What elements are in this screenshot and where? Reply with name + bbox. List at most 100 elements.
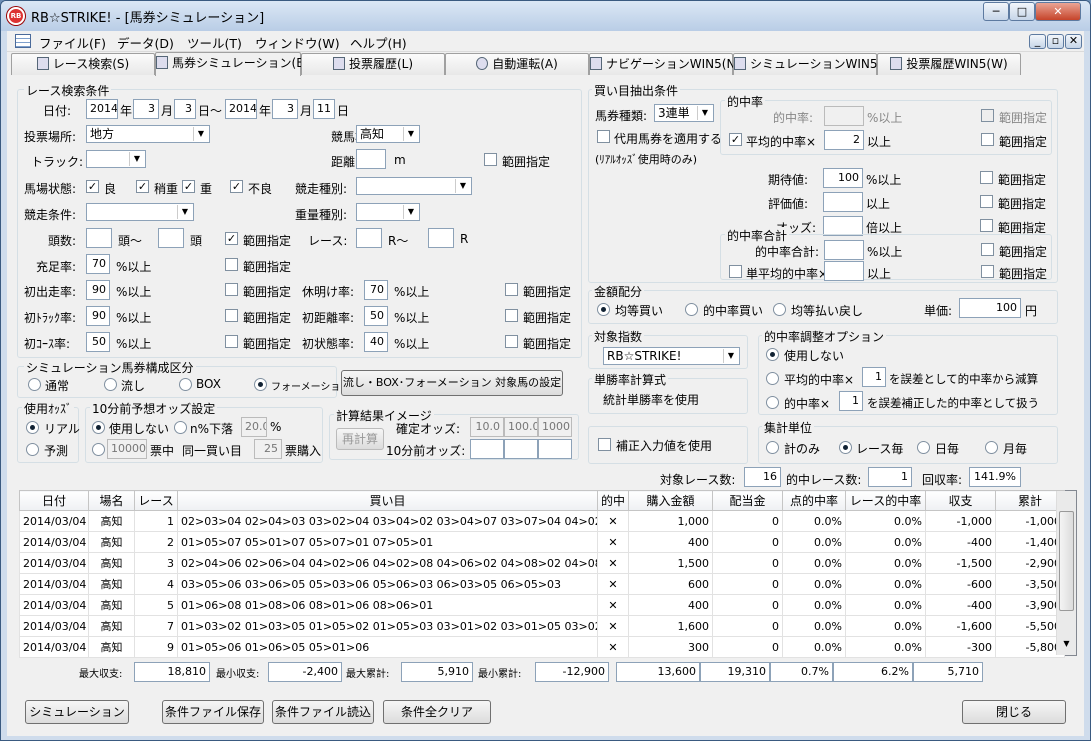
odds-input[interactable] (823, 216, 863, 236)
weight-type-select[interactable]: ▼ (356, 203, 420, 221)
race-to-input[interactable] (428, 228, 454, 248)
odds-real-radio[interactable] (26, 421, 39, 434)
first-start-input[interactable]: 90 (86, 280, 110, 300)
first-course-input[interactable]: 50 (86, 332, 110, 352)
close-button[interactable]: 閉じる (962, 700, 1066, 724)
expected-value-input[interactable]: 100 (823, 168, 863, 188)
racecourse-select[interactable]: 高知 ▼ (356, 125, 420, 143)
odds-forecast-radio[interactable] (26, 443, 39, 456)
adjust-correct-input[interactable]: 1 (839, 391, 863, 411)
adjust-subtract-input[interactable]: 1 (862, 367, 886, 387)
start-year-input[interactable]: 2014 (86, 99, 118, 119)
bet-type-select[interactable]: 3連単 ▼ (654, 104, 714, 122)
simulation-button[interactable]: シミュレーション (25, 700, 129, 724)
distance-input[interactable] (356, 149, 386, 169)
avg-hit-range-checkbox[interactable] (981, 133, 994, 146)
avg-hit-rate-input[interactable]: 2 (824, 130, 864, 150)
table-row[interactable]: 2014/03/04 高知 9 01>05>06 01>06>05 05>01>06 ✕… (19, 636, 1065, 658)
column-header[interactable]: レース的中率 (845, 490, 926, 511)
table-row[interactable]: 2014/03/04 高知 5 01>06>08 01>08>06 08>01>06 … (19, 594, 1065, 616)
scrollbar-thumb[interactable] (1059, 511, 1074, 611)
tab-bet-simulation[interactable]: 馬券シミュレーション(B) (155, 52, 309, 76)
race-condition-select[interactable]: ▼ (86, 203, 194, 221)
fill-rate-range-checkbox[interactable] (225, 258, 238, 271)
single-avg-input[interactable] (824, 261, 864, 281)
column-header[interactable]: 収支 (925, 490, 996, 511)
forecast-percent-input[interactable]: 20.0 (241, 417, 267, 437)
unit-price-input[interactable]: 100 (959, 298, 1021, 318)
hit-rate-range-checkbox[interactable] (981, 109, 994, 122)
venue-select[interactable]: 地方 ▼ (86, 125, 210, 143)
end-month-input[interactable]: 3 (272, 99, 298, 119)
adjust-correct-radio[interactable] (766, 396, 779, 409)
close-window-button[interactable]: ✕ (1035, 2, 1081, 21)
menu-file[interactable]: ファイル(F) (39, 33, 106, 52)
layoff-range-checkbox[interactable] (505, 283, 518, 296)
end-year-input[interactable]: 2014 (225, 99, 257, 119)
first-going-input[interactable]: 40 (364, 332, 388, 352)
end-day-input[interactable]: 11 (313, 99, 335, 119)
target-index-select[interactable]: RB☆STRIKE! ▼ (603, 347, 740, 365)
menu-help[interactable]: ヘルプ(H) (350, 33, 407, 52)
race-type-select[interactable]: ▼ (356, 177, 472, 195)
table-row[interactable]: 2014/03/04 高知 2 01>05>07 05>01>07 05>07>01 … (19, 531, 1065, 553)
mdi-minimize-button[interactable]: _ (1029, 34, 1046, 49)
forecast-total-votes-input[interactable]: 10000 (107, 439, 147, 459)
forecast-none-radio[interactable] (92, 421, 105, 434)
clear-conditions-button[interactable]: 条件全クリア (383, 700, 491, 724)
correction-checkbox[interactable] (598, 438, 611, 451)
save-conditions-button[interactable]: 条件ファイル保存 (162, 700, 264, 724)
rating-input[interactable] (823, 192, 863, 212)
hit-total-range-checkbox[interactable] (981, 243, 994, 256)
tab-vote-history-win5[interactable]: 投票履歴WIN5(W) (877, 53, 1021, 75)
minimize-button[interactable]: ─ (983, 2, 1009, 21)
single-avg-checkbox[interactable] (729, 265, 742, 278)
maximize-button[interactable]: □ (1009, 2, 1035, 21)
forecast-votes-radio[interactable] (92, 443, 105, 456)
column-header[interactable]: 購入金額 (628, 490, 713, 511)
going-yielding-checkbox[interactable]: ✓ (136, 180, 149, 193)
tab-vote-history[interactable]: 投票履歴(L) (301, 53, 445, 75)
avg-hit-rate-checkbox[interactable]: ✓ (729, 133, 742, 146)
column-header[interactable]: 日付 (19, 490, 89, 511)
first-going-range-checkbox[interactable] (505, 335, 518, 348)
alloc-equal-radio[interactable] (597, 303, 610, 316)
table-scrollbar[interactable]: ▼ (1056, 491, 1076, 655)
going-good-checkbox[interactable]: ✓ (86, 180, 99, 193)
layoff-input[interactable]: 70 (364, 280, 388, 300)
first-distance-range-checkbox[interactable] (505, 309, 518, 322)
going-soft-checkbox[interactable]: ✓ (182, 180, 195, 193)
first-start-range-checkbox[interactable] (225, 283, 238, 296)
hit-rate-input[interactable] (824, 106, 864, 126)
going-heavy-checkbox[interactable]: ✓ (230, 180, 243, 193)
runners-min-input[interactable] (86, 228, 112, 248)
rating-range-checkbox[interactable] (980, 195, 993, 208)
expected-range-checkbox[interactable] (980, 171, 993, 184)
mdi-close-button[interactable]: ✕ (1065, 34, 1082, 49)
column-header[interactable]: 買い目 (177, 490, 598, 511)
first-track-range-checkbox[interactable] (225, 309, 238, 322)
start-day-input[interactable]: 3 (174, 99, 196, 119)
recalculate-button[interactable]: 再計算 (336, 428, 384, 450)
column-header[interactable]: レース (134, 490, 178, 511)
column-header[interactable]: 累計 (995, 490, 1065, 511)
adjust-none-radio[interactable] (766, 348, 779, 361)
forecast-percent-radio[interactable] (174, 421, 187, 434)
scroll-down-icon[interactable]: ▼ (1057, 639, 1076, 654)
structure-box-radio[interactable] (179, 378, 192, 391)
first-distance-input[interactable]: 50 (364, 306, 388, 326)
table-row[interactable]: 2014/03/04 高知 7 01>03>02 01>03>05 01>05>02 … (19, 615, 1065, 637)
tab-auto-run[interactable]: 自動運転(A) (445, 53, 589, 75)
first-course-range-checkbox[interactable] (225, 335, 238, 348)
hit-total-input[interactable] (824, 240, 864, 260)
race-from-input[interactable] (356, 228, 382, 248)
structure-nagashi-radio[interactable] (104, 378, 117, 391)
runners-max-input[interactable] (158, 228, 184, 248)
alloc-hitrate-radio[interactable] (685, 303, 698, 316)
tab-race-search[interactable]: レース検索(S) (11, 53, 155, 75)
agg-total-radio[interactable] (766, 441, 779, 454)
substitute-bet-checkbox[interactable] (597, 130, 610, 143)
alloc-payout-radio[interactable] (773, 303, 786, 316)
structure-formation-radio[interactable] (254, 378, 267, 391)
fill-rate-input[interactable]: 70 (86, 254, 110, 274)
